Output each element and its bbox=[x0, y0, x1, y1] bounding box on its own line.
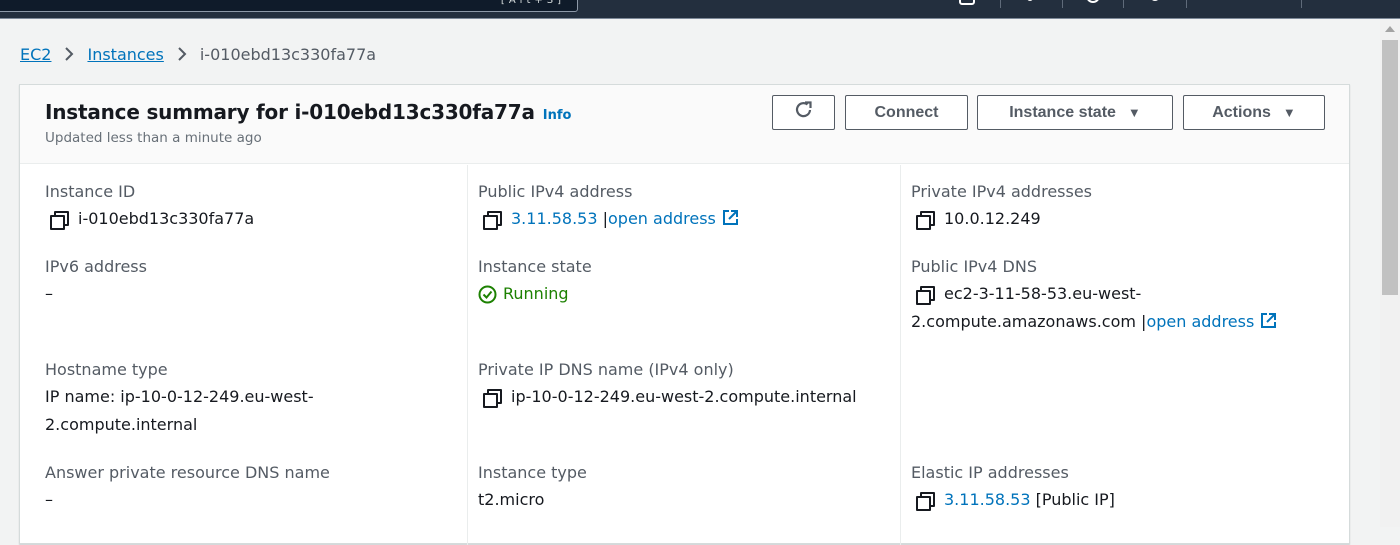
copy-icon[interactable] bbox=[916, 286, 935, 305]
scrollbar-thumb[interactable] bbox=[1382, 40, 1398, 295]
external-link-icon[interactable] bbox=[722, 207, 738, 225]
external-link-icon[interactable] bbox=[1260, 310, 1277, 328]
ipv6-value: – bbox=[45, 284, 53, 303]
open-address-link[interactable]: open address bbox=[1146, 312, 1254, 331]
copy-icon[interactable] bbox=[50, 211, 69, 230]
field-label: Elastic IP addresses bbox=[911, 463, 1069, 482]
field-elastic-ip-addresses: Elastic IP addresses 3.11.58.53 [Public … bbox=[911, 462, 1321, 514]
field-instance-type: Instance type t2.micro bbox=[478, 462, 888, 514]
instance-id-value: i-010ebd13c330fa77a bbox=[78, 209, 255, 228]
field-label: Private IP DNS name (IPv4 only) bbox=[478, 360, 734, 379]
page-title: Instance summary for i-010ebd13c330fa77a… bbox=[45, 100, 571, 124]
private-dns-value: ip-10-0-12-249.eu-west-2.compute.interna… bbox=[511, 387, 857, 406]
elastic-ip-suffix: [Public IP] bbox=[1035, 490, 1115, 509]
refresh-icon bbox=[793, 99, 815, 126]
copy-icon[interactable] bbox=[916, 211, 935, 230]
field-answer-private-dns: Answer private resource DNS name – bbox=[45, 462, 455, 514]
instance-state-status: Running bbox=[478, 280, 569, 308]
caret-down-icon: ▼ bbox=[1127, 105, 1141, 120]
breadcrumb-current-instance: i-010ebd13c330fa77a bbox=[199, 44, 377, 64]
field-label: IPv6 address bbox=[45, 257, 147, 276]
panel-title-text: Instance summary for i-010ebd13c330fa77a bbox=[45, 100, 535, 124]
field-public-ipv4-dns: Public IPv4 DNS ec2-3-11-58-53.eu-west- … bbox=[911, 256, 1341, 336]
nav-divider bbox=[1000, 0, 1001, 8]
instance-state-label: Instance state bbox=[1009, 103, 1116, 121]
notifications-icon[interactable] bbox=[1021, 0, 1039, 8]
open-address-link[interactable]: open address bbox=[608, 209, 716, 228]
panel-header: Instance summary for i-010ebd13c330fa77a… bbox=[20, 85, 1349, 164]
field-private-ip-dns: Private IP DNS name (IPv4 only) ip-10-0-… bbox=[478, 359, 888, 411]
field-label: Public IPv4 DNS bbox=[911, 257, 1037, 276]
help-icon[interactable] bbox=[1084, 0, 1102, 8]
global-search-input[interactable]: [Alt+S] bbox=[0, 0, 578, 12]
nav-divider bbox=[1186, 0, 1187, 8]
actions-dropdown[interactable]: Actions ▼ bbox=[1183, 95, 1325, 130]
field-label: Answer private resource DNS name bbox=[45, 463, 330, 482]
breadcrumb-ec2-link[interactable]: EC2 bbox=[20, 45, 51, 64]
column-divider bbox=[467, 165, 468, 545]
field-ipv6-address: IPv6 address – bbox=[45, 256, 455, 308]
search-shortcut-hint: [Alt+S] bbox=[500, 0, 565, 6]
actions-label: Actions bbox=[1212, 103, 1271, 121]
field-public-ipv4-address: Public IPv4 address 3.11.58.53 |open add… bbox=[478, 181, 888, 233]
scroll-up-arrow-icon[interactable] bbox=[1385, 26, 1395, 32]
field-label: Instance ID bbox=[45, 182, 136, 201]
field-label: Public IPv4 address bbox=[478, 182, 633, 201]
private-ipv4-value: 10.0.12.249 bbox=[944, 209, 1041, 228]
breadcrumb: EC2 Instances i-010ebd13c330fa77a bbox=[20, 42, 376, 66]
column-divider bbox=[900, 165, 901, 545]
nav-divider bbox=[1301, 0, 1302, 8]
chevron-right-icon bbox=[64, 46, 74, 62]
copy-icon[interactable] bbox=[916, 492, 935, 511]
page-scrollbar[interactable] bbox=[1380, 20, 1400, 527]
field-label: Instance state bbox=[478, 257, 592, 276]
top-navigation-bar: [Alt+S] bbox=[0, 0, 1400, 19]
field-instance-id: Instance ID i-010ebd13c330fa77a bbox=[45, 181, 455, 233]
info-link[interactable]: Info bbox=[543, 108, 572, 123]
answer-dns-value: – bbox=[45, 490, 53, 509]
refresh-button[interactable] bbox=[772, 95, 835, 130]
public-dns-value-line2: 2.compute.amazonaws.com bbox=[911, 312, 1136, 331]
last-updated-text: Updated less than a minute ago bbox=[45, 130, 262, 146]
connect-button-label: Connect bbox=[874, 103, 939, 121]
instance-state-value: Running bbox=[503, 284, 569, 303]
settings-icon[interactable] bbox=[1146, 0, 1164, 8]
chevron-right-icon bbox=[177, 46, 187, 62]
instance-state-dropdown[interactable]: Instance state ▼ bbox=[977, 95, 1173, 130]
field-label: Instance type bbox=[478, 463, 587, 482]
field-instance-state: Instance state Running bbox=[478, 256, 888, 308]
public-ipv4-link[interactable]: 3.11.58.53 bbox=[511, 209, 598, 228]
copy-icon[interactable] bbox=[483, 211, 502, 230]
hostname-type-value-line1: IP name: ip-10-0-12-249.eu-west- bbox=[45, 387, 314, 406]
instance-type-value: t2.micro bbox=[478, 490, 545, 509]
nav-divider bbox=[1123, 0, 1124, 8]
instance-summary-panel: Instance summary for i-010ebd13c330fa77a… bbox=[19, 84, 1350, 545]
copy-icon[interactable] bbox=[483, 389, 502, 408]
connect-button[interactable]: Connect bbox=[845, 95, 968, 130]
field-label: Hostname type bbox=[45, 360, 168, 379]
cloudshell-icon[interactable] bbox=[958, 0, 976, 8]
public-dns-value-line1: ec2-3-11-58-53.eu-west- bbox=[944, 284, 1142, 303]
status-check-icon bbox=[478, 285, 497, 303]
field-label: Private IPv4 addresses bbox=[911, 182, 1093, 201]
field-private-ipv4-addresses: Private IPv4 addresses 10.0.12.249 bbox=[911, 181, 1321, 233]
field-hostname-type: Hostname type IP name: ip-10-0-12-249.eu… bbox=[45, 359, 455, 439]
hostname-type-value-line2: 2.compute.internal bbox=[45, 415, 198, 434]
caret-down-icon: ▼ bbox=[1282, 105, 1296, 120]
elastic-ip-link[interactable]: 3.11.58.53 bbox=[944, 490, 1031, 509]
breadcrumb-instances-link[interactable]: Instances bbox=[87, 45, 163, 64]
nav-divider bbox=[1062, 0, 1063, 8]
